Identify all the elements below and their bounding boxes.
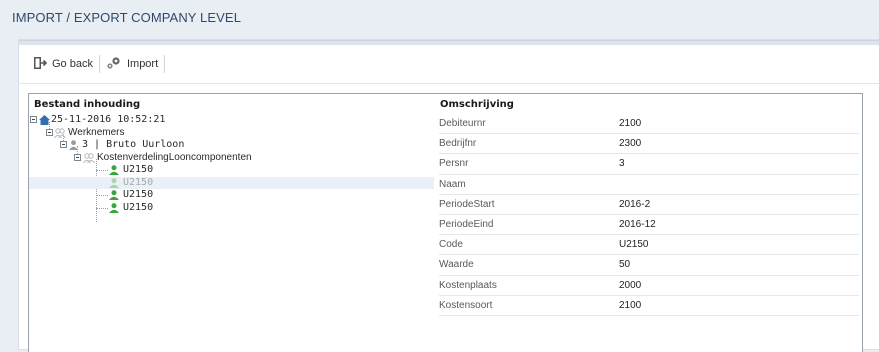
tree-node-label: KostenverdelingLooncomponenten	[97, 151, 252, 163]
tree-leaf-item[interactable]: U2150	[29, 164, 434, 177]
property-name: Code	[439, 239, 463, 251]
property-row: Kostenplaats 2000	[439, 276, 859, 296]
property-row: Bedrijfnr 2300	[439, 134, 859, 155]
property-value: 3	[619, 158, 625, 170]
tree-leaf-label: U2150	[123, 164, 154, 175]
tree-leaf-label: U2150	[123, 176, 154, 188]
property-value: U2150	[619, 239, 649, 251]
tree-node-werknemers[interactable]: Werknemers	[29, 127, 434, 140]
property-name: Bedrijfnr	[439, 138, 477, 150]
file-tree: 25-11-2016 10:52:21 Werknemers 3 | Bruto…	[29, 114, 434, 222]
main-panel: Go back Import Bestand inhouding Omschri…	[19, 40, 879, 352]
property-value: 2100	[619, 299, 642, 311]
import-label: Import	[126, 58, 159, 70]
property-name: PeriodeEind	[439, 218, 494, 230]
property-row: PeriodeStart 2016-2	[439, 195, 859, 215]
tree-node-employee[interactable]: 3 | Bruto Uurloon	[29, 139, 434, 152]
page-title: IMPORT / EXPORT COMPANY LEVEL	[12, 10, 242, 25]
property-value: 2000	[619, 279, 642, 291]
property-row: Kostensoort 2100	[439, 296, 859, 316]
tree-leaf-label: U2150	[123, 189, 154, 200]
tree-node-root[interactable]: 25-11-2016 10:52:21	[29, 114, 434, 127]
toolbar-separator	[164, 55, 166, 73]
properties-table: Debiteurnr 2100 Bedrijfnr 2300 Persnr 3 Naa…	[439, 114, 859, 316]
property-value: 50	[619, 259, 631, 271]
import-button[interactable]: Import	[100, 53, 164, 75]
content-frame: Bestand inhouding Omschrijving 25-11-201…	[28, 93, 863, 352]
toolbar-divider	[19, 83, 879, 84]
property-row: Naam	[439, 175, 859, 195]
property-name: Waarde	[439, 259, 474, 271]
property-value: 2300	[619, 138, 642, 150]
tree-node-kostenverdeling[interactable]: KostenverdelingLooncomponenten	[29, 152, 434, 165]
property-row: Persnr 3	[439, 154, 859, 175]
user-green-icon	[109, 202, 119, 218]
property-name: Naam	[439, 178, 466, 190]
tree-node-label: 25-11-2016 10:52:21	[51, 114, 166, 125]
property-name: Debiteurnr	[439, 118, 486, 129]
collapse-toggle[interactable]	[74, 153, 81, 161]
door-exit-icon	[33, 56, 48, 73]
property-row: Debiteurnr 2100	[439, 114, 859, 135]
properties-header: Omschrijving	[440, 99, 514, 110]
property-value: 2100	[619, 118, 642, 129]
tree-leaf-label: U2150	[123, 201, 154, 213]
property-value: 2016-12	[619, 218, 656, 230]
tree-header: Bestand inhouding	[34, 99, 141, 110]
property-row: Waarde 50	[439, 255, 859, 276]
collapse-toggle[interactable]	[60, 141, 67, 148]
property-name: Kostenplaats	[439, 279, 497, 291]
tree-node-label: 3 | Bruto Uurloon	[82, 139, 185, 150]
panel-top-border	[19, 41, 879, 45]
collapse-toggle[interactable]	[30, 116, 37, 123]
go-back-button[interactable]: Go back	[27, 53, 99, 75]
toolbar: Go back Import	[27, 53, 166, 75]
collapse-toggle[interactable]	[46, 128, 53, 136]
tree-leaf-item[interactable]: U2150	[29, 189, 434, 202]
property-name: Persnr	[439, 158, 469, 170]
property-row: PeriodeEind 2016-12	[439, 215, 859, 236]
gears-icon	[106, 56, 122, 73]
property-name: Kostensoort	[439, 299, 493, 311]
property-name: PeriodeStart	[439, 198, 495, 210]
property-row: Code U2150	[439, 235, 859, 256]
property-value: 2016-2	[619, 198, 651, 210]
tree-leaf-item-selected[interactable]: U2150	[29, 176, 434, 189]
tree-leaf-item[interactable]: U2150	[29, 202, 434, 215]
tree-node-label: Werknemers	[68, 126, 125, 138]
go-back-label: Go back	[52, 58, 93, 70]
